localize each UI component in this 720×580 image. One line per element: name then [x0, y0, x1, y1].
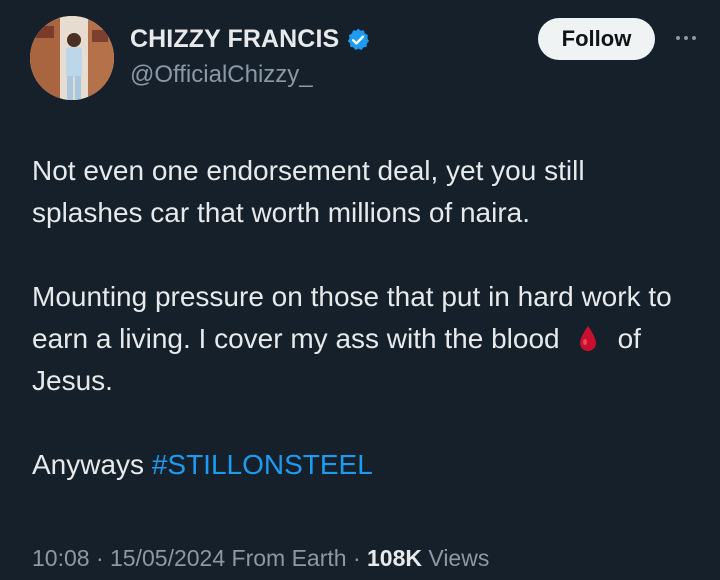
meta-separator: · — [95, 545, 104, 571]
tweet-text-segment: Mounting pressure on those that put in h… — [32, 281, 672, 354]
tweet-time[interactable]: 10:08 — [32, 545, 90, 571]
tweet-paragraph-1: Not even one endorsement deal, yet you s… — [32, 150, 702, 234]
tweet-text-segment: Anyways — [32, 449, 152, 480]
tweet-paragraph-3: Anyways #STILLONSTEEL — [32, 444, 702, 486]
dot — [692, 36, 696, 40]
tweet-paragraph-2: Mounting pressure on those that put in h… — [32, 276, 702, 402]
tweet-meta: 10:08 · 15/05/2024 From Earth · 108K Vie… — [32, 545, 489, 572]
tweet-source: From Earth — [231, 545, 347, 571]
tweet-date[interactable]: 15/05/2024 — [110, 545, 225, 571]
hashtag-link[interactable]: #STILLONSTEEL — [152, 449, 373, 480]
dot — [684, 36, 688, 40]
follow-button[interactable]: Follow — [538, 18, 655, 60]
dot — [676, 36, 680, 40]
avatar-image — [30, 16, 114, 100]
display-name[interactable]: CHIZZY FRANCIS — [130, 25, 339, 54]
name-row: CHIZZY FRANCIS — [130, 25, 371, 54]
tweet-text: Not even one endorsement deal, yet you s… — [32, 150, 702, 486]
tweet-line: splashes car that worth millions of nair… — [32, 197, 530, 228]
avatar[interactable] — [30, 16, 114, 100]
more-options-icon[interactable] — [668, 26, 704, 50]
user-handle[interactable]: @OfficialChizzy_ — [130, 61, 313, 89]
blood-drop-icon — [578, 323, 598, 351]
tweet-line: Not even one endorsement deal, yet you s… — [32, 155, 585, 186]
tweet-card: CHIZZY FRANCIS @OfficialChizzy_ Follow N… — [0, 0, 720, 580]
views-label: Views — [428, 545, 490, 571]
views-count[interactable]: 108K — [367, 545, 422, 571]
meta-separator: · — [352, 545, 361, 571]
verified-badge-icon — [345, 27, 371, 53]
